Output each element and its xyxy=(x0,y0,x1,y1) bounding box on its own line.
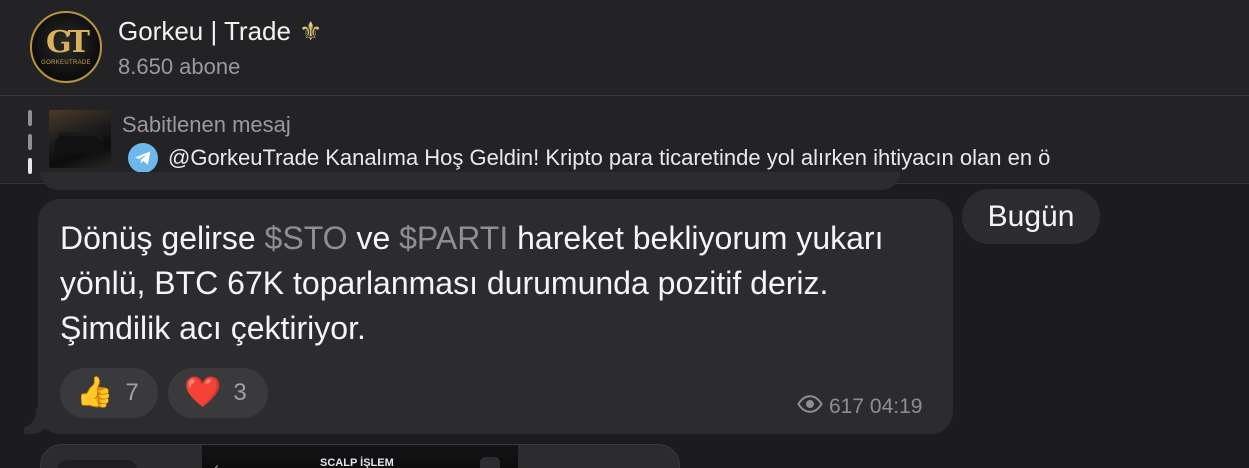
next-message-image[interactable]: ‹ SCALP İŞLEM xyxy=(202,445,518,468)
message-meta: 617 04:19 xyxy=(797,395,922,419)
reaction-thumbs-up[interactable]: 👍 7 xyxy=(60,368,158,418)
fleur-de-lis-icon: ⚜ xyxy=(298,16,323,46)
pinned-label: Sabitlenen mesaj xyxy=(122,112,291,137)
cashtag-parti[interactable]: $PARTI xyxy=(399,220,508,256)
view-count: 617 xyxy=(829,395,865,418)
pinned-indicator xyxy=(28,110,32,174)
channel-title[interactable]: Gorkeu | Trade ⚜ xyxy=(118,16,322,47)
subscriber-count: 8.650 abone xyxy=(118,54,241,79)
channel-name: Gorkeu | Trade xyxy=(118,16,291,46)
reaction-heart[interactable]: ❤️ 3 xyxy=(168,368,268,418)
pinned-text: @GorkeuTrade Kanalıma Hoş Geldin! Kripto… xyxy=(168,145,1051,170)
cashtag-sto[interactable]: $STO xyxy=(265,220,348,256)
share-icon xyxy=(480,457,500,468)
image-caption: SCALP İŞLEM xyxy=(320,457,394,468)
channel-header: GT GORKEUTRADE Gorkeu | Trade ⚜ 8.650 abo… xyxy=(0,0,1249,96)
reaction-count: 7 xyxy=(125,379,139,406)
date-separator: Bugün xyxy=(962,189,1100,244)
message-part: Dönüş gelirse xyxy=(60,220,265,256)
pinned-thumbnail xyxy=(49,110,111,168)
telegram-icon xyxy=(128,143,158,173)
avatar-caption: GORKEUTRADE xyxy=(41,60,91,66)
avatar-monogram: GT xyxy=(46,25,90,60)
heart-icon: ❤️ xyxy=(184,376,222,409)
channel-avatar[interactable]: GT GORKEUTRADE xyxy=(30,11,102,83)
back-arrow-icon: ‹ xyxy=(214,459,219,468)
thumbs-up-icon: 👍 xyxy=(76,376,114,409)
message-text: Dönüş gelirse $STO ve $PARTI hareket bek… xyxy=(60,216,940,351)
message-part: ve xyxy=(347,220,400,256)
reaction-count: 3 xyxy=(233,379,247,406)
pinned-preview[interactable]: @GorkeuTrade Kanalıma Hoş Geldin! Kripto… xyxy=(128,143,1050,173)
message-time: 04:19 xyxy=(869,395,923,418)
next-message-label xyxy=(57,460,137,468)
previous-message-bubble xyxy=(40,172,900,190)
eye-icon xyxy=(797,395,823,419)
